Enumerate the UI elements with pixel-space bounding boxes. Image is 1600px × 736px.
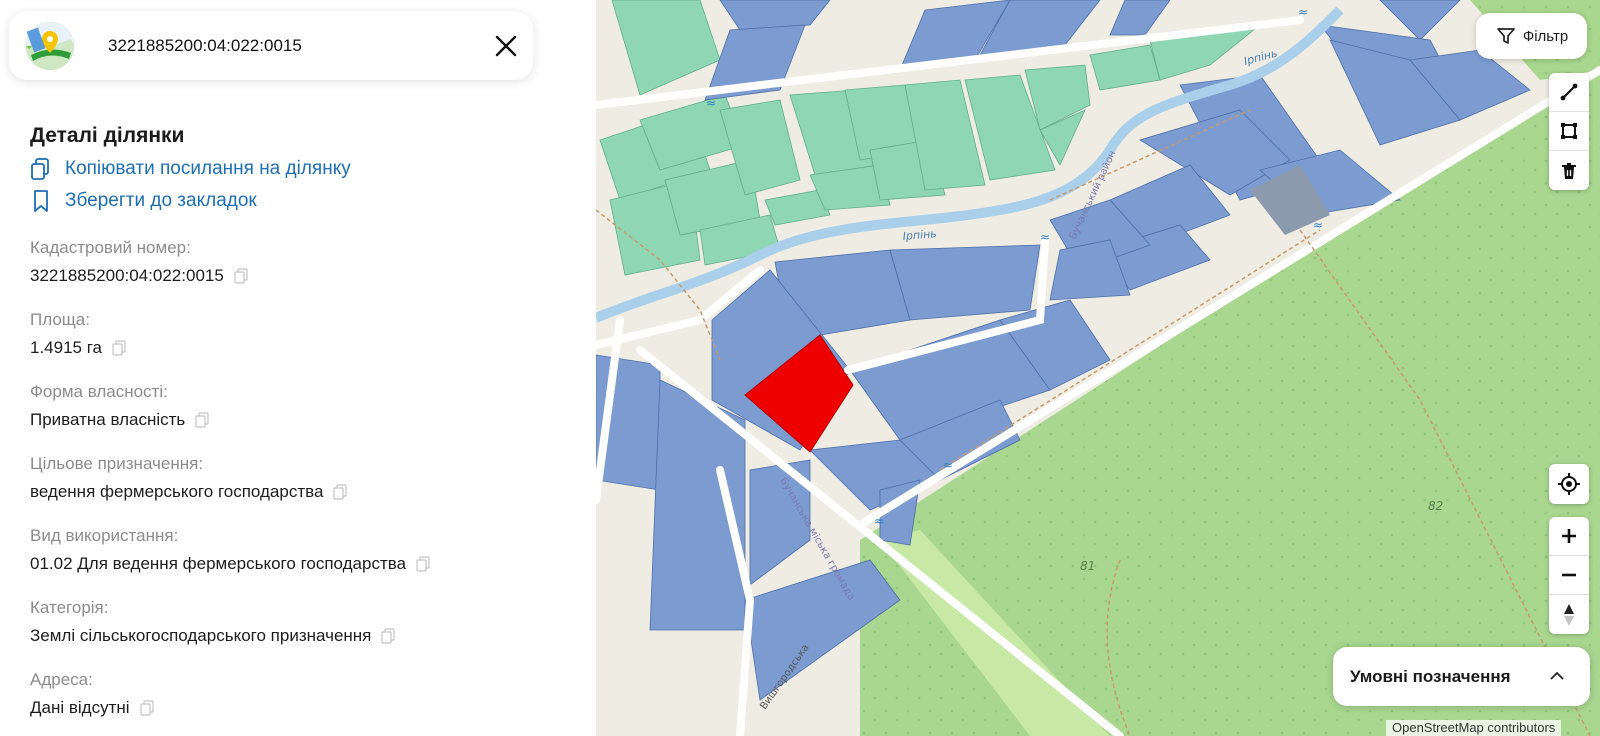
legend-label: Умовні позначення (1350, 666, 1511, 686)
cadastral-number-label: Кадастровий номер: (30, 238, 191, 257)
svg-text:≈: ≈ (874, 514, 884, 528)
zoom-controls (1549, 517, 1589, 634)
copy-icon[interactable] (195, 412, 209, 428)
copy-icon[interactable] (139, 700, 154, 716)
search-input[interactable]: 3221885200:04:022:0015 (108, 36, 302, 56)
measure-line-button[interactable] (1549, 73, 1589, 112)
svg-text:≈: ≈ (1040, 230, 1050, 244)
bookmark-button[interactable]: Зберегти до закладок (30, 189, 257, 213)
filter-button[interactable]: Фільтр (1476, 13, 1587, 59)
cadastral-number-text: 3221885200:04:022:0015 (30, 266, 224, 285)
copy-icon[interactable] (112, 340, 126, 356)
delete-drawing-button[interactable] (1549, 151, 1589, 190)
category-text: Землі сільськогосподарського призначення (30, 626, 372, 645)
address-label: Адреса: (30, 670, 93, 689)
category-label: Категорія: (30, 598, 109, 617)
category-value: Землі сільськогосподарського призначення (30, 626, 395, 646)
app-logo-icon (26, 22, 74, 70)
purpose-label: Цільове призначення: (30, 454, 204, 473)
usage-label: Вид використання: (30, 526, 179, 545)
map-attribution-link[interactable]: OpenStreetMap contributors (1386, 720, 1562, 736)
details-title: Деталі ділянки (30, 124, 185, 147)
bookmark-icon (34, 190, 48, 212)
svg-text:≈: ≈ (706, 96, 716, 110)
zoom-out-button[interactable] (1549, 556, 1589, 595)
bookmark-label: Зберегти до закладок (65, 190, 257, 211)
legend-button[interactable]: Умовні позначення (1333, 647, 1590, 706)
area-label: Площа: (30, 310, 90, 329)
svg-text:≈: ≈ (1298, 5, 1308, 19)
map-layer: ≈ ≈ ≈ ≈ ≈ ≈ Ірпінь Ірпінь Бучанський рай… (596, 0, 1600, 736)
details-panel: 3221885200:04:022:0015 Деталі ділянки Ко… (0, 0, 596, 736)
plus-icon (1562, 529, 1576, 543)
svg-text:≈: ≈ (943, 458, 953, 472)
polygon-tool-icon (1561, 123, 1577, 139)
locate-icon (1558, 473, 1580, 495)
locate-button[interactable] (1549, 464, 1589, 504)
ownership-value: Приватна власність (30, 410, 209, 430)
usage-text: 01.02 Для ведення фермерського господарс… (30, 554, 407, 573)
purpose-text: ведення фермерського господарства (30, 482, 324, 501)
copy-icon[interactable] (234, 268, 248, 284)
close-icon[interactable] (491, 31, 521, 61)
compass-button[interactable] (1549, 595, 1589, 634)
address-text: Дані відсутні (30, 698, 130, 717)
compass-icon (1564, 603, 1574, 626)
draw-toolbar (1549, 73, 1589, 190)
search-card: 3221885200:04:022:0015 (9, 11, 533, 80)
area-text: 1.4915 га (30, 338, 103, 357)
line-tool-icon (1560, 83, 1578, 101)
ownership-label: Форма власності: (30, 382, 168, 401)
cadastral-number-value: 3221885200:04:022:0015 (30, 266, 248, 286)
filter-label: Фільтр (1522, 27, 1569, 45)
address-value: Дані відсутні (30, 698, 154, 718)
copy-icon[interactable] (381, 628, 395, 644)
copy-link-icon (31, 158, 49, 180)
copy-icon[interactable] (416, 556, 430, 572)
minus-icon (1562, 573, 1576, 577)
map-canvas[interactable]: ≈ ≈ ≈ ≈ ≈ ≈ Ірпінь Ірпінь Бучанський рай… (596, 0, 1600, 736)
river-label-2: Ірпінь (902, 227, 937, 243)
measure-area-button[interactable] (1549, 112, 1589, 151)
usage-value: 01.02 Для ведення фермерського господарс… (30, 554, 430, 574)
svg-text:≈: ≈ (1313, 218, 1323, 232)
copy-icon[interactable] (333, 484, 348, 500)
zoom-in-button[interactable] (1549, 517, 1589, 556)
spot-label: 81 (1080, 559, 1095, 573)
purpose-value: ведення фермерського господарства (30, 482, 348, 502)
ownership-text: Приватна власність (30, 410, 186, 429)
copy-link-label: Копіювати посилання на ділянку (65, 158, 351, 179)
spot-label: 82 (1428, 499, 1443, 513)
copy-link-button[interactable]: Копіювати посилання на ділянку (30, 157, 351, 181)
area-value: 1.4915 га (30, 338, 126, 358)
chevron-up-icon (1550, 671, 1564, 680)
filter-icon (1496, 28, 1515, 44)
trash-icon (1562, 162, 1576, 179)
